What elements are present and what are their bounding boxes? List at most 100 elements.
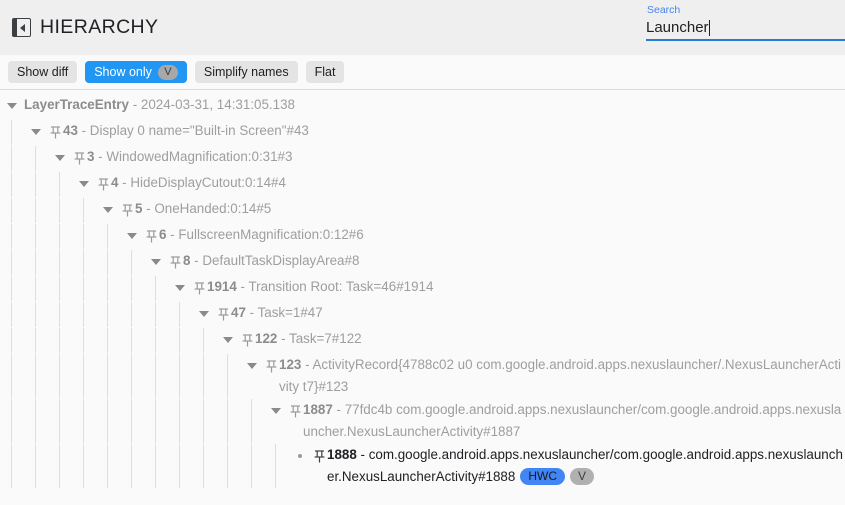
pin-icon[interactable] [120, 198, 135, 222]
pin-icon[interactable] [312, 444, 327, 468]
tree-row[interactable]: 1888 - com.google.android.apps.nexuslaun… [0, 443, 845, 488]
tree-guide-line [48, 328, 72, 353]
tree-row[interactable]: 122 - Task=7#122 [0, 327, 845, 353]
tree-guide-line [24, 444, 48, 488]
tree-node-label[interactable]: 4 - HideDisplayCutout:0:14#4 [111, 172, 288, 194]
tree-guide-line [120, 354, 144, 398]
chevron-down-icon[interactable] [120, 224, 144, 248]
tree-node-label[interactable]: 123 - ActivityRecord{4788c02 u0 com.goog… [279, 354, 845, 398]
tree-indent-guides [0, 399, 264, 443]
tree-row[interactable]: 43 - Display 0 name="Built-in Screen"#43 [0, 119, 845, 145]
tree-node-label[interactable]: 122 - Task=7#122 [255, 328, 364, 350]
chevron-down-icon[interactable] [168, 276, 192, 300]
tree-guide-line [48, 172, 72, 197]
show-diff-button[interactable]: Show diff [8, 61, 77, 83]
pin-icon[interactable] [168, 250, 183, 274]
pin-icon[interactable] [288, 399, 303, 423]
tree-guide-line [120, 302, 144, 327]
tree-row[interactable]: 1914 - Transition Root: Task=46#1914 [0, 275, 845, 301]
tree-guide-line [192, 354, 216, 398]
tree-node-text: - Transition Root: Task=46#1914 [237, 279, 434, 294]
tree-guide-line [144, 354, 168, 398]
show-only-chip[interactable]: V [158, 65, 178, 80]
tree-guide-line [72, 276, 96, 301]
tree-node-label[interactable]: 43 - Display 0 name="Built-in Screen"#43 [63, 120, 311, 142]
show-only-button[interactable]: Show only V [85, 61, 187, 83]
tree-node-text: - 2024-03-31, 14:31:05.138 [129, 97, 295, 112]
collapse-panel-left-icon[interactable] [12, 18, 31, 37]
tree-row[interactable]: 47 - Task=1#47 [0, 301, 845, 327]
status-badge-hwc[interactable]: HWC [520, 468, 565, 485]
tree-row[interactable]: 123 - ActivityRecord{4788c02 u0 com.goog… [0, 353, 845, 398]
tree-guide-line [120, 276, 144, 301]
tree-node-text: - WindowedMagnification:0:31#3 [94, 149, 292, 164]
tree-row[interactable]: 6 - FullscreenMagnification:0:12#6 [0, 223, 845, 249]
chevron-down-icon[interactable] [216, 328, 240, 352]
chevron-down-icon[interactable] [144, 250, 168, 274]
flat-button[interactable]: Flat [306, 61, 345, 83]
pin-icon[interactable] [240, 328, 255, 352]
tree-guide-line [96, 354, 120, 398]
pin-icon[interactable] [96, 172, 111, 196]
tree-row[interactable]: 3 - WindowedMagnification:0:31#3 [0, 145, 845, 171]
tree-indent-guides [0, 224, 120, 249]
chevron-down-icon[interactable] [192, 302, 216, 326]
pin-icon[interactable] [264, 354, 279, 378]
pin-icon[interactable] [72, 146, 87, 170]
tree-row[interactable]: 8 - DefaultTaskDisplayArea#8 [0, 249, 845, 275]
hierarchy-tree[interactable]: LayerTraceEntry - 2024-03-31, 14:31:05.1… [0, 90, 845, 504]
tree-node-label[interactable]: 5 - OneHanded:0:14#5 [135, 198, 273, 220]
pin-icon[interactable] [48, 120, 63, 144]
chevron-down-icon[interactable] [96, 198, 120, 222]
chevron-glyph [151, 259, 161, 265]
tree-node-label[interactable]: 3 - WindowedMagnification:0:31#3 [87, 146, 294, 168]
simplify-names-button[interactable]: Simplify names [195, 61, 298, 83]
pin-icon[interactable] [144, 224, 159, 248]
chevron-down-icon[interactable] [48, 146, 72, 170]
chevron-glyph [175, 285, 185, 291]
tree-node-label[interactable]: 1914 - Transition Root: Task=46#1914 [207, 276, 435, 298]
tree-row[interactable]: 1887 - 77fdc4b com.google.android.apps.n… [0, 398, 845, 443]
status-badge-v[interactable]: V [570, 468, 594, 485]
chevron-down-icon[interactable] [240, 354, 264, 378]
tree-node-label[interactable]: 1887 - 77fdc4b com.google.android.apps.n… [303, 399, 845, 443]
tree-guide-line [0, 146, 24, 171]
show-diff-label: Show diff [17, 65, 68, 79]
tree-guide-line [0, 399, 24, 443]
tree-node-text: - Task=1#47 [246, 305, 323, 320]
tree-node-label[interactable]: 47 - Task=1#47 [231, 302, 325, 324]
tree-node-id: 1914 [207, 279, 237, 294]
chevron-down-icon[interactable] [0, 94, 24, 118]
tree-guide-line [0, 302, 24, 327]
tree-row[interactable]: 5 - OneHanded:0:14#5 [0, 197, 845, 223]
tree-guide-line [72, 328, 96, 353]
search-field[interactable]: Search Launcher [646, 4, 845, 41]
tree-row[interactable]: LayerTraceEntry - 2024-03-31, 14:31:05.1… [0, 93, 845, 119]
tree-node-label[interactable]: 6 - FullscreenMagnification:0:12#6 [159, 224, 366, 246]
tree-guide-line [48, 302, 72, 327]
chevron-glyph [79, 181, 89, 187]
tree-guide-line [72, 399, 96, 443]
tree-row[interactable]: 4 - HideDisplayCutout:0:14#4 [0, 171, 845, 197]
tree-guide-line [216, 399, 240, 443]
chevron-down-icon[interactable] [72, 172, 96, 196]
tree-node-text: - DefaultTaskDisplayArea#8 [190, 253, 359, 268]
search-input[interactable]: Launcher [646, 17, 845, 41]
tree-node-id: LayerTraceEntry [24, 97, 129, 112]
tree-guide-line [216, 354, 240, 398]
pin-icon[interactable] [192, 276, 207, 300]
chevron-down-icon[interactable] [24, 120, 48, 144]
chevron-down-icon[interactable] [264, 399, 288, 423]
page-title: HIERARCHY [40, 16, 158, 39]
tree-guide-line [96, 399, 120, 443]
pin-icon[interactable] [216, 302, 231, 326]
simplify-names-label: Simplify names [204, 65, 289, 79]
chevron-glyph [7, 103, 17, 109]
tree-node-label[interactable]: 1888 - com.google.android.apps.nexuslaun… [327, 444, 845, 488]
chevron-glyph [127, 233, 137, 239]
tree-guide-line [24, 250, 48, 275]
tree-node-label[interactable]: LayerTraceEntry - 2024-03-31, 14:31:05.1… [24, 94, 297, 116]
tree-guide-line [48, 198, 72, 223]
tree-guide-line [0, 198, 24, 223]
tree-node-label[interactable]: 8 - DefaultTaskDisplayArea#8 [183, 250, 361, 272]
